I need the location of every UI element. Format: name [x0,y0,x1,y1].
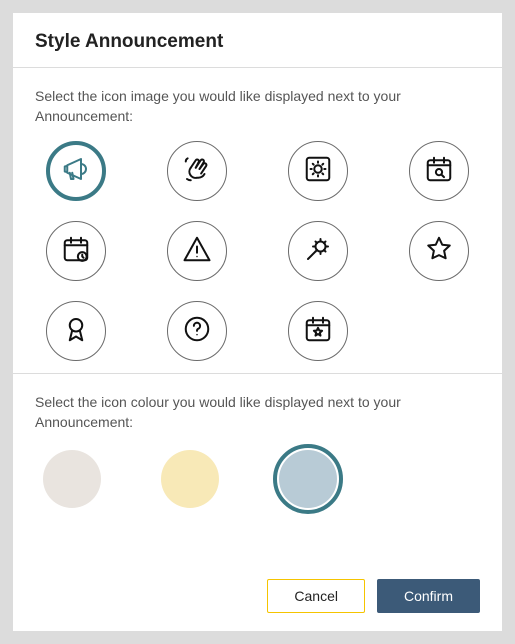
icon-option-star-icon[interactable] [409,221,469,281]
icon-option-hand-wave-icon[interactable] [167,141,227,201]
cancel-button[interactable]: Cancel [267,579,365,613]
help-icon [182,314,212,347]
icon-section-label: Select the icon image you would like dis… [35,86,480,127]
modal-header: Style Announcement [13,13,502,68]
modal-title: Style Announcement [35,31,480,53]
icon-option-warning-icon[interactable] [167,221,227,281]
icon-grid [35,141,480,361]
modal-body: Select the icon image you would like dis… [13,68,502,565]
icon-option-help-icon[interactable] [167,301,227,361]
calendar-star-icon [303,314,333,347]
icon-option-tools-gear-icon[interactable] [288,221,348,281]
icon-option-calendar-clock-icon[interactable] [46,221,106,281]
hand-wave-icon [182,154,212,187]
tools-gear-icon [303,234,333,267]
colour-section-label: Select the icon colour you would like di… [35,392,480,433]
icon-option-calendar-search-icon[interactable] [409,141,469,201]
colour-option-colour-cream[interactable] [161,450,219,508]
colour-option-colour-neutral[interactable] [43,450,101,508]
confirm-button[interactable]: Confirm [377,579,480,613]
calendar-clock-icon [61,234,91,267]
colour-option-colour-blue[interactable] [279,450,337,508]
section-divider [13,373,502,374]
warning-icon [182,234,212,267]
megaphone-icon [61,154,91,187]
modal-footer: Cancel Confirm [13,565,502,631]
ribbon-icon [61,314,91,347]
icon-option-ribbon-icon[interactable] [46,301,106,361]
colour-row [35,450,480,508]
system-gear-icon [303,154,333,187]
icon-option-system-gear-icon[interactable] [288,141,348,201]
calendar-search-icon [424,154,454,187]
style-announcement-modal: Style Announcement Select the icon image… [12,12,503,632]
icon-option-megaphone-icon[interactable] [46,141,106,201]
star-icon [424,234,454,267]
icon-option-calendar-star-icon[interactable] [288,301,348,361]
